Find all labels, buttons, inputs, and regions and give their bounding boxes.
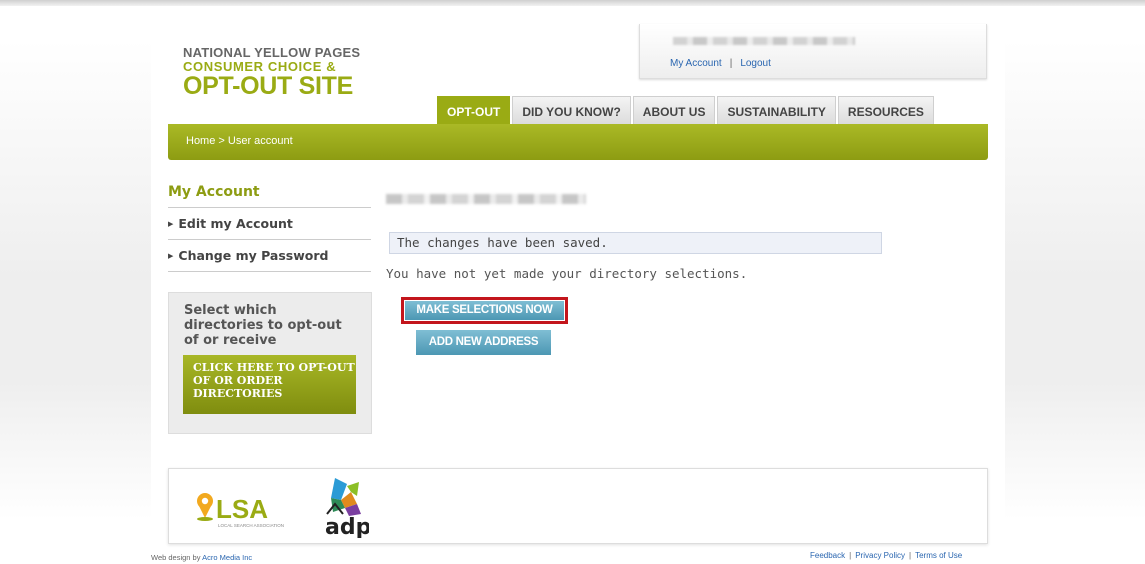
triangle-right-icon: ▶: [168, 252, 174, 260]
opt-out-directories-button[interactable]: CLICK HERE TO OPT-OUT OF OR ORDER DIRECT…: [183, 355, 356, 414]
adp-logo[interactable]: adp: [321, 474, 369, 538]
adp-logo-text: adp: [325, 515, 369, 538]
footer-links: Feedback | Privacy Policy | Terms of Use: [810, 551, 962, 560]
blurred-username: [673, 37, 855, 45]
opt-out-promo-box: Select which directories to opt-out of o…: [168, 292, 372, 434]
sidebar-menu: My Account ▶ Edit my Account ▶ Change my P…: [168, 184, 371, 272]
sidebar-item-change-password[interactable]: ▶ Change my Password: [168, 240, 371, 272]
browser-top-edge: [0, 0, 1145, 6]
lsa-logo[interactable]: LSA LOCAL SEARCH ASSOCIATION: [196, 485, 291, 531]
link-separator: |: [849, 551, 852, 560]
privacy-policy-link[interactable]: Privacy Policy: [855, 551, 905, 560]
make-selections-button-highlight: MAKE SELECTIONS NOW: [401, 297, 568, 324]
sidebar-title: My Account: [168, 184, 371, 208]
add-new-address-button[interactable]: ADD NEW ADDRESS: [416, 330, 551, 355]
tab-resources[interactable]: RESOURCES: [837, 96, 934, 124]
tab-sustainability[interactable]: SUSTAINABILITY: [717, 96, 836, 124]
blurred-heading: [386, 194, 586, 204]
breadcrumb-bar: Home > User account: [168, 124, 988, 160]
site-logo[interactable]: NATIONAL YELLOW PAGES CONSUMER CHOICE & …: [183, 46, 373, 99]
sidebar-item-edit-account[interactable]: ▶ Edit my Account: [168, 208, 371, 240]
my-account-link[interactable]: My Account: [670, 58, 722, 69]
terms-of-use-link[interactable]: Terms of Use: [915, 551, 962, 560]
account-bar: My Account | Logout: [639, 24, 987, 79]
footer-logos: LSA LOCAL SEARCH ASSOCIATION adp: [168, 468, 988, 544]
sidebar-item-label: Change my Password: [178, 248, 329, 263]
status-message: The changes have been saved.: [389, 232, 882, 254]
link-separator: |: [729, 58, 733, 69]
tab-did-you-know[interactable]: DID YOU KNOW?: [512, 96, 631, 124]
lsa-logo-text: LSA: [216, 494, 268, 524]
selection-note: You have not yet made your directory sel…: [386, 266, 748, 281]
triangle-right-icon: ▶: [168, 220, 174, 228]
make-selections-button[interactable]: MAKE SELECTIONS NOW: [405, 301, 564, 320]
design-credit-prefix: Web design by: [151, 553, 201, 562]
sidebar-item-label: Edit my Account: [178, 216, 293, 231]
design-credit: Web design by Acro Media Inc: [151, 553, 252, 562]
logout-link[interactable]: Logout: [740, 58, 771, 69]
tab-opt-out[interactable]: OPT-OUT: [437, 96, 511, 124]
tab-about-us[interactable]: ABOUT US: [632, 96, 716, 124]
lsa-logo-subtext: LOCAL SEARCH ASSOCIATION: [218, 523, 284, 528]
link-separator: |: [909, 551, 912, 560]
logo-line-3: OPT-OUT SITE: [183, 72, 354, 100]
feedback-link[interactable]: Feedback: [810, 551, 845, 560]
acro-media-link[interactable]: Acro Media Inc: [202, 553, 252, 562]
breadcrumb[interactable]: Home > User account: [186, 135, 293, 147]
page-container: NATIONAL YELLOW PAGES CONSUMER CHOICE & …: [151, 24, 1005, 550]
promo-text: Select which directories to opt-out of o…: [184, 303, 342, 348]
main-nav-tabs: OPT-OUT DID YOU KNOW? ABOUT US SUSTAINAB…: [437, 96, 936, 124]
logo-line-1: NATIONAL YELLOW PAGES: [183, 45, 361, 60]
account-links: My Account | Logout: [670, 58, 771, 69]
